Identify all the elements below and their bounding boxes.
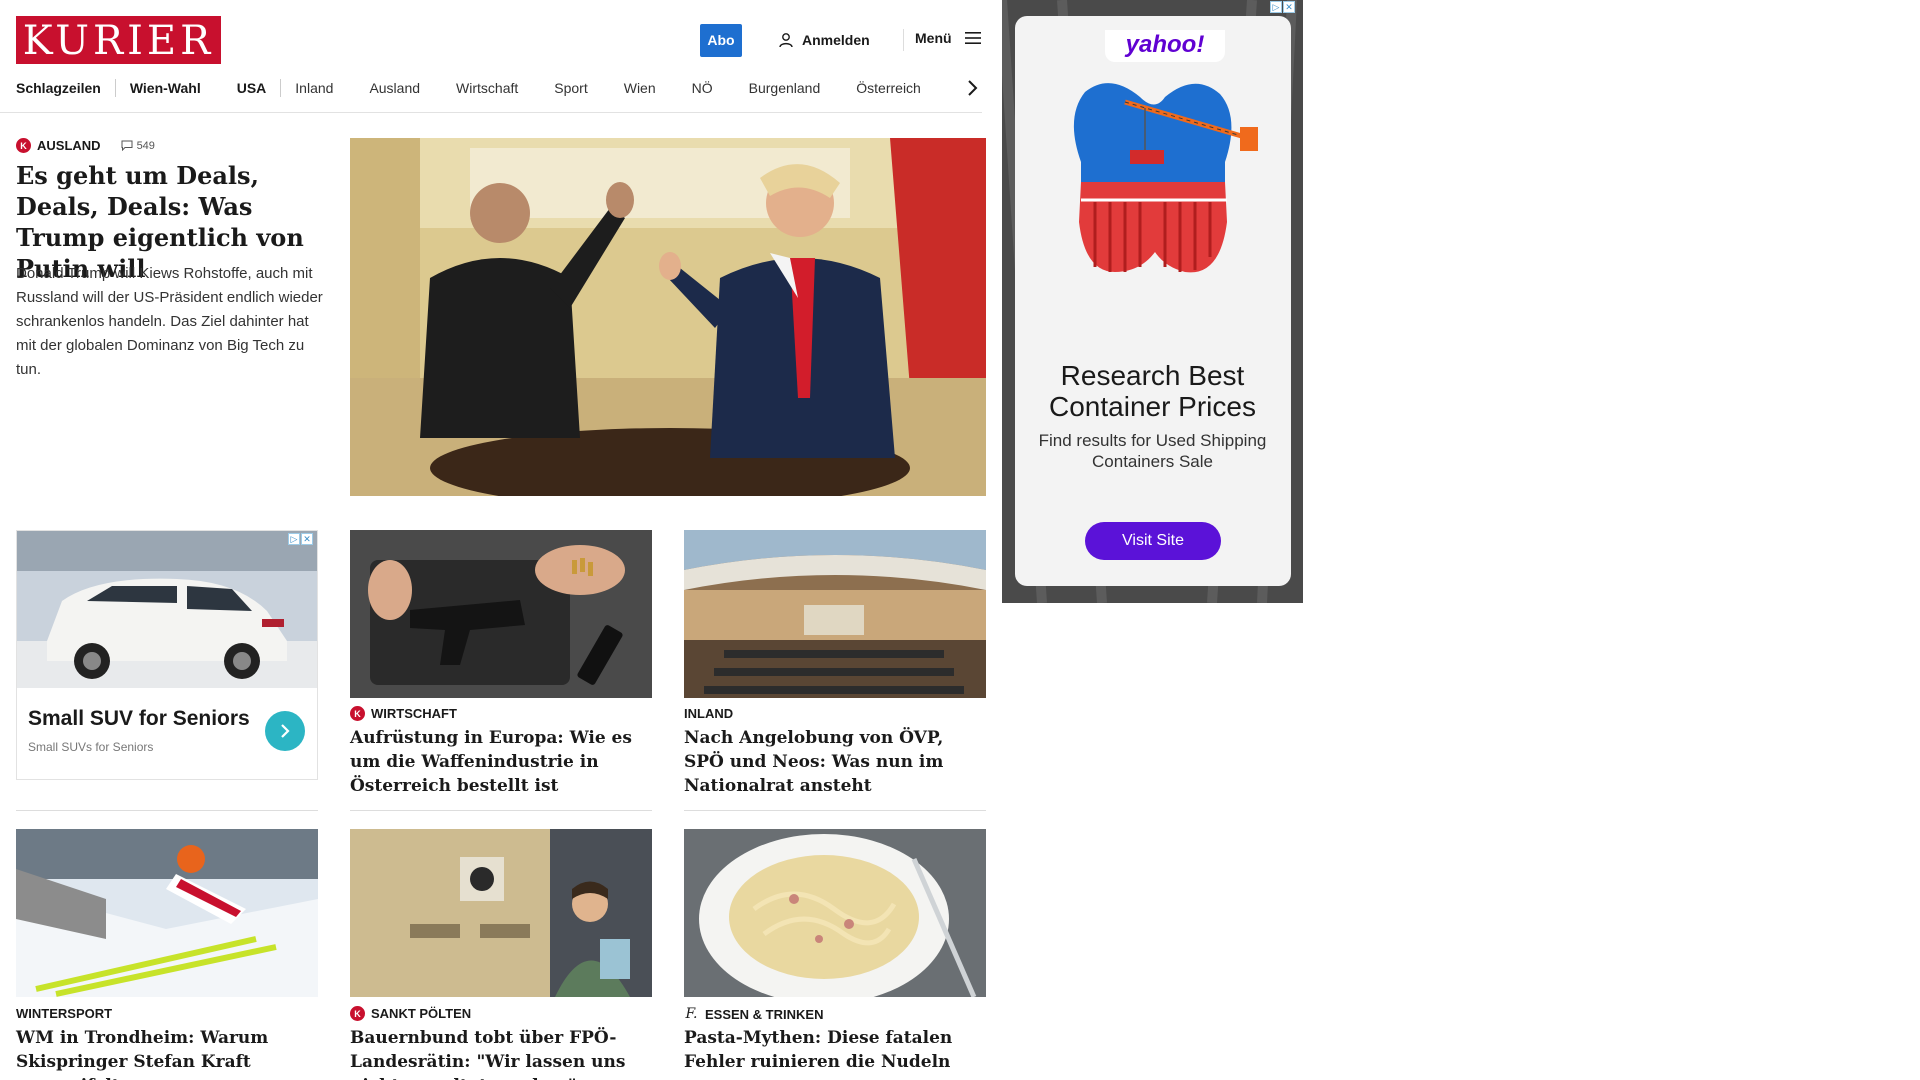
nav-item-wien-wahl[interactable]: Wien-Wahl <box>130 80 201 96</box>
menu-divider <box>903 29 904 51</box>
side-ad-headline[interactable]: Research Best Container Prices <box>1002 360 1303 422</box>
card-headline[interactable]: WM in Trondheim: Warum Skispringer Stefa… <box>16 1026 318 1080</box>
card-kicker[interactable]: K WIRTSCHAFT <box>350 706 457 721</box>
article-photo-skijumper[interactable] <box>16 829 318 997</box>
login-label: Anmelden <box>802 32 870 48</box>
yahoo-logo: yahoo! <box>1105 30 1225 62</box>
lead-photo[interactable] <box>350 138 986 496</box>
premium-k-icon: K <box>350 1006 365 1021</box>
close-icon[interactable]: ✕ <box>1283 1 1295 13</box>
comment-count[interactable]: 549 <box>121 140 155 152</box>
card-divider <box>350 810 652 811</box>
nav-divider <box>114 79 116 97</box>
lead-kicker-label: AUSLAND <box>37 138 101 153</box>
ad-choices[interactable]: ▷ ✕ <box>288 533 313 545</box>
card-kicker[interactable]: f. ESSEN & TRINKEN <box>684 1006 824 1022</box>
ad-go-button[interactable] <box>265 711 305 751</box>
chevron-right-icon[interactable] <box>965 78 979 98</box>
section-nav: Schlagzeilen Wien-Wahl USA Inland Auslan… <box>16 78 921 98</box>
suv-illustration <box>17 531 317 688</box>
yahoo-side-ad[interactable]: ▷ ✕ yahoo! Research Best Container Price… <box>1002 0 1303 603</box>
card-divider <box>16 810 318 811</box>
card-headline[interactable]: Pasta-Mythen: Diese fatalen Fehler ruini… <box>684 1026 986 1074</box>
nav-item-noe[interactable]: NÖ <box>692 80 713 96</box>
kurier-logo[interactable]: KURIER <box>16 16 221 64</box>
menu-button[interactable]: Menü <box>915 30 982 46</box>
close-icon[interactable]: ✕ <box>301 533 313 545</box>
article-photo-pasta[interactable] <box>684 829 986 997</box>
hamburger-icon <box>964 32 981 44</box>
suv-photo <box>17 531 317 688</box>
nav-item-oesterreich[interactable]: Österreich <box>856 80 921 96</box>
card-kicker-label: ESSEN & TRINKEN <box>705 1006 824 1022</box>
lead-kicker[interactable]: K AUSLAND 549 <box>16 138 155 153</box>
card-headline[interactable]: Bauernbund tobt über FPÖ-Landesrätin: "W… <box>350 1026 652 1080</box>
article-photo-parliament[interactable] <box>684 530 986 698</box>
article-photo-weapons[interactable] <box>350 530 652 698</box>
ad-title[interactable]: Small SUV for Seniors <box>28 707 250 731</box>
card-kicker[interactable]: K SANKT PÖLTEN <box>350 1006 471 1021</box>
nav-divider <box>280 79 282 97</box>
card-headline[interactable]: Aufrüstung in Europa: Wie es um die Waff… <box>350 726 652 798</box>
card-kicker-label: INLAND <box>684 706 734 721</box>
nav-item-wien[interactable]: Wien <box>624 80 656 96</box>
pistol-case-illustration <box>350 530 652 698</box>
header-divider <box>0 112 982 113</box>
adchoices-icon[interactable]: ▷ <box>288 533 300 545</box>
abo-button[interactable]: Abo <box>700 24 742 57</box>
lead-teaser: Donald Trump will Kiews Rohstoffe, auch … <box>16 265 323 378</box>
container-crane-illustration <box>1073 83 1258 273</box>
card-headline[interactable]: Nach Angelobung von ÖVP, SPÖ und Neos: W… <box>684 726 986 798</box>
side-ad-text: Find results for Used Shipping Container… <box>1038 431 1267 471</box>
nav-item-schlagzeilen[interactable]: Schlagzeilen <box>16 80 101 96</box>
premium-k-icon: K <box>16 138 31 153</box>
ad-subtitle: Small SUVs for Seniors <box>28 740 154 754</box>
nav-item-wirtschaft[interactable]: Wirtschaft <box>456 80 518 96</box>
card-kicker[interactable]: INLAND <box>684 706 733 721</box>
premium-k-icon: K <box>350 706 365 721</box>
adchoices-icon[interactable]: ▷ <box>1270 1 1282 13</box>
parliament-illustration <box>684 530 986 698</box>
user-icon <box>779 33 793 48</box>
landesraetin-illustration <box>350 829 652 997</box>
sponsored-ad-card[interactable]: ▷ ✕ Small SUV for Seniors Small SUVs for… <box>16 530 318 780</box>
lead-photo-illustration <box>350 138 986 496</box>
side-ad-card: yahoo! Research Best Container Prices Fi… <box>1015 16 1291 586</box>
card-kicker[interactable]: WINTERSPORT <box>16 1006 112 1021</box>
card-kicker-label: WINTERSPORT <box>16 1006 113 1021</box>
menu-label: Menü <box>915 30 952 46</box>
nav-item-inland[interactable]: Inland <box>295 80 333 96</box>
article-photo-landesraetin[interactable] <box>350 829 652 997</box>
comment-icon <box>121 140 133 151</box>
card-kicker-label: SANKT PÖLTEN <box>371 1006 472 1021</box>
card-kicker-label: WIRTSCHAFT <box>371 706 457 721</box>
chevron-right-icon <box>281 724 290 738</box>
nav-item-usa[interactable]: USA <box>237 80 267 96</box>
pasta-illustration <box>684 829 986 997</box>
freizeit-f-icon: f. <box>685 1006 698 1022</box>
nav-item-sport[interactable]: Sport <box>554 80 587 96</box>
login-button[interactable]: Anmelden <box>778 30 870 50</box>
visit-site-button[interactable]: Visit Site <box>1085 522 1221 560</box>
nav-item-ausland[interactable]: Ausland <box>369 80 420 96</box>
skijumper-illustration <box>16 829 318 997</box>
nav-item-burgenland[interactable]: Burgenland <box>749 80 821 96</box>
comment-count-value: 549 <box>136 139 155 152</box>
card-divider <box>684 810 986 811</box>
ad-choices[interactable]: ▷ ✕ <box>1270 1 1295 13</box>
